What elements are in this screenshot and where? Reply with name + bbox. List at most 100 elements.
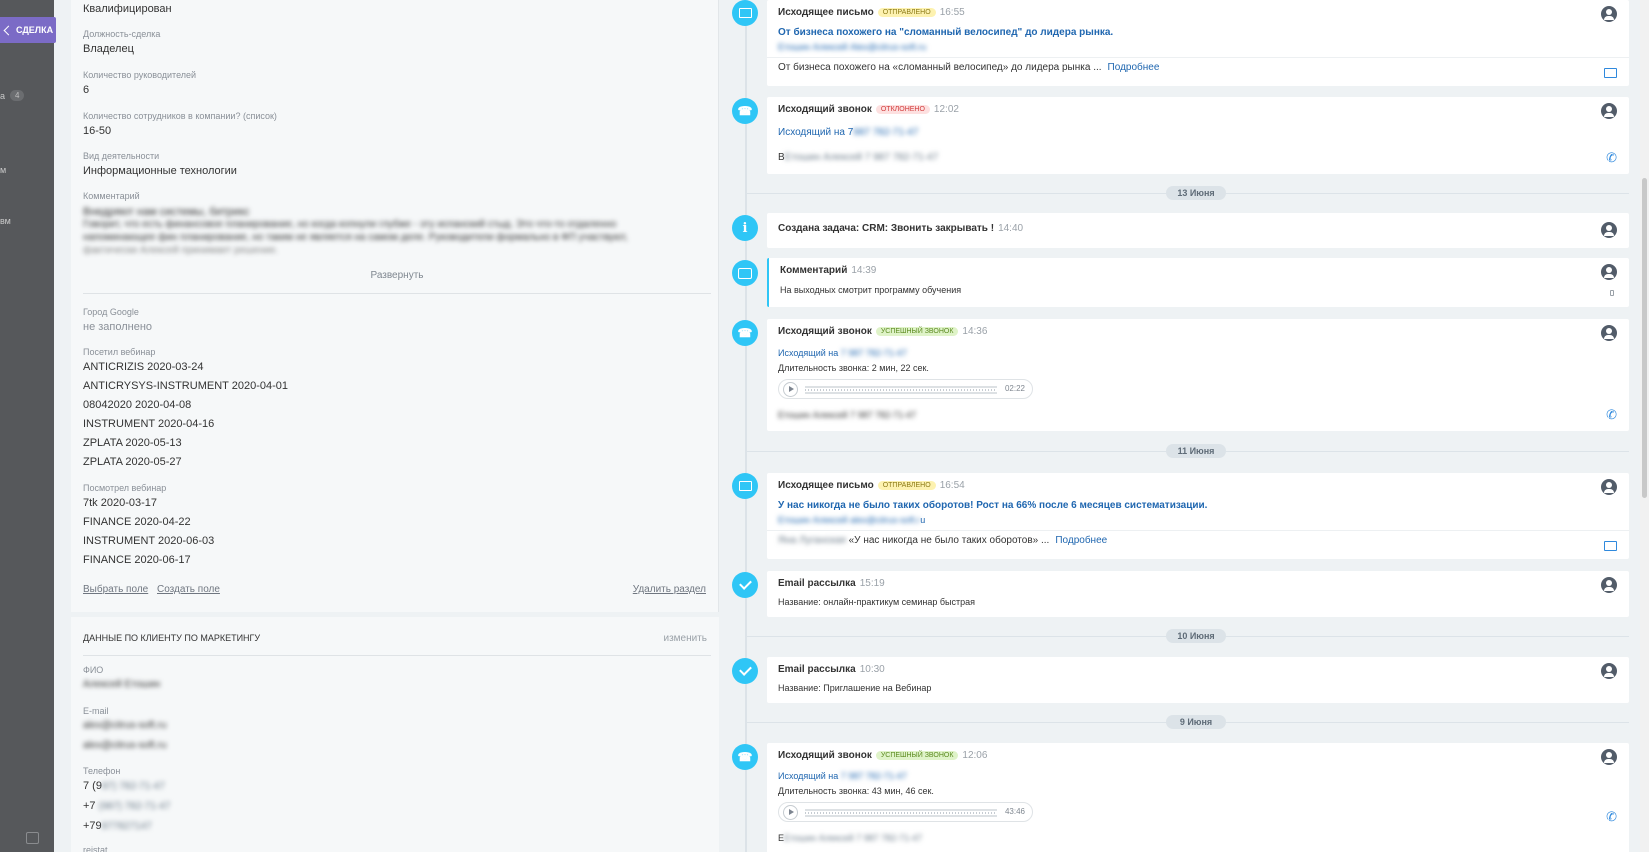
delete-section-link[interactable]: Удалить раздел <box>633 584 706 595</box>
user-icon[interactable] <box>1601 663 1617 679</box>
user-icon[interactable] <box>1601 749 1617 765</box>
phone-icon <box>732 320 758 346</box>
call-icon[interactable]: ✆ <box>1606 150 1617 166</box>
field-label: Посмотрел вебинар <box>83 483 167 493</box>
comment-icon <box>732 260 758 286</box>
strip-fragment[interactable]: м <box>0 165 6 175</box>
email-subject-link[interactable]: У нас никогда не было таких оборотов! Ро… <box>778 500 1207 511</box>
timeline-item-call: Исходящий звонок ОТКЛОНЕНО 12:02 Исходящий… <box>767 97 1629 174</box>
item-title: Комментарий 14:39 <box>780 265 876 276</box>
marketing-data-card: ДАННЫЕ ПО КЛИЕНТУ ПО МАРКЕТИНГУ изменить… <box>71 617 719 852</box>
email-from-text: Етошин Алексей alex@citrus-soft.r <box>778 515 921 525</box>
item-title: Исходящий звонок УСПЕШНЫЙ ЗВОНОК 12:06 <box>778 750 987 761</box>
more-link[interactable]: Подробнее <box>1108 62 1160 73</box>
webinar-visited-item: ZPLATA 2020-05-27 <box>83 456 182 468</box>
play-icon[interactable] <box>783 382 798 397</box>
item-title-text[interactable]: Создана задача: CRM: Звонить закрывать ! <box>778 223 994 234</box>
more-link[interactable]: Подробнее <box>1055 535 1107 546</box>
webinar-watched-item: FINANCE 2020-06-17 <box>83 554 191 566</box>
timeline-item-mailing: Email рассылка 10:30 Название: Приглашени… <box>767 657 1629 703</box>
audio-player: 02:22 <box>778 379 1033 399</box>
comment-line: Внедряют нам системы, битрикс <box>83 206 250 218</box>
email-value[interactable]: alex@citrus-soft.ru <box>83 720 167 731</box>
timeline-item-call: Исходящий звонок УСПЕШНЫЙ ЗВОНОК 12:06 Исх… <box>767 743 1629 852</box>
item-time: 14:39 <box>851 265 877 276</box>
strip-fragment[interactable]: вм <box>0 216 11 226</box>
edit-section-link[interactable]: изменить <box>663 633 707 644</box>
phone-value[interactable]: +79877827147 <box>83 820 152 832</box>
email-from: Етошин Алексей alex@citrus-soft.ru <box>778 515 925 525</box>
contact-text: Етошин Алексей 7 987 782-71-47 <box>784 833 923 843</box>
field-value: 16-50 <box>83 125 112 137</box>
field-label: Количество сотрудников в компании? (спис… <box>83 111 277 121</box>
user-icon[interactable] <box>1601 264 1617 280</box>
call-target-number: 7 987 782-71-47 <box>840 348 907 358</box>
phone-rest: 87) 782-71-47 <box>101 781 165 792</box>
email-value[interactable]: alex@citrus-soft.ru <box>83 740 167 751</box>
mailing-name: Название: онлайн-практикум семинар быстр… <box>778 597 975 607</box>
field-label: E-mail <box>83 706 109 716</box>
email-preview: Яна Луганская «У нас никогда не было так… <box>778 535 1107 546</box>
printer-icon[interactable] <box>26 832 39 844</box>
divider <box>767 530 1629 531</box>
field-value: Владелец <box>83 43 134 55</box>
phone-value[interactable]: +7 (987) 782-71-47 <box>83 800 170 812</box>
phone-rest: 877827147 <box>101 821 152 832</box>
timeline-item-mailing: Email рассылка 15:19 Название: онлайн-пра… <box>767 571 1629 617</box>
comment-label: Комментарий <box>83 191 140 201</box>
waveform[interactable] <box>805 389 997 391</box>
waveform[interactable] <box>805 812 997 814</box>
pin-icon[interactable] <box>1610 290 1614 296</box>
reply-email-icon[interactable] <box>1604 541 1617 551</box>
preview-text: «У нас никогда не было таких оборотов» .… <box>848 535 1050 546</box>
count-badge: 4 <box>10 90 25 101</box>
comment-line: Говорит, что есть финансовое планировани… <box>83 219 617 230</box>
scrollbar-thumb[interactable] <box>1642 178 1647 498</box>
divider <box>767 57 1629 58</box>
item-title-text: Комментарий <box>780 265 848 276</box>
field-value: 6 <box>83 84 90 96</box>
create-field-link[interactable]: Создать поле <box>157 584 220 595</box>
item-title: Создана задача: CRM: Звонить закрывать !… <box>778 223 1023 234</box>
email-subject-link[interactable]: От бизнеса похожего на "сломанный велоси… <box>778 27 1113 38</box>
item-title: Исходящий звонок УСПЕШНЫЙ ЗВОНОК 14:36 <box>778 326 987 337</box>
call-duration: Длительность звонка: 43 мин, 46 сек. <box>778 786 934 796</box>
user-icon[interactable] <box>1601 577 1617 593</box>
item-title-text: Email рассылка <box>778 578 856 589</box>
expand-button[interactable]: Развернуть <box>83 270 711 294</box>
item-title: Email рассылка 10:30 <box>778 664 885 675</box>
item-time: 12:06 <box>962 750 988 761</box>
call-target-number: 987 782-71-47 <box>853 127 919 138</box>
reply-email-icon[interactable] <box>1604 68 1617 78</box>
select-field-link[interactable]: Выбрать поле <box>83 584 148 595</box>
comment-line: напоминающее фин планирование, но таким … <box>83 232 628 243</box>
play-icon[interactable] <box>783 805 798 820</box>
status-badge: ОТКЛОНЕНО <box>875 105 930 114</box>
call-contact: ВЕтошин Алексей 7 987 782-71-47 <box>778 152 938 163</box>
call-icon[interactable]: ✆ <box>1606 809 1617 825</box>
user-icon[interactable] <box>1601 6 1617 22</box>
call-contact: ЕЕтошин Алексей 7 987 782-71-47 <box>778 833 922 843</box>
back-to-deal-button[interactable]: СДЕЛКА <box>0 17 56 43</box>
user-icon[interactable] <box>1601 103 1617 119</box>
check-icon <box>732 572 758 598</box>
phone-icon <box>732 744 758 770</box>
user-icon[interactable] <box>1601 325 1617 341</box>
item-time: 14:36 <box>962 326 988 337</box>
call-target-link[interactable]: Исходящий на 7 987 782-71-47 <box>778 771 907 781</box>
call-target-link[interactable]: Исходящий на 7987 782-71-47 <box>778 127 918 138</box>
field-label: Вид деятельности <box>83 151 160 161</box>
strip-fragment[interactable]: а <box>0 91 5 101</box>
item-time: 12:02 <box>933 104 959 115</box>
email-from-tail: u <box>920 515 926 525</box>
item-time: 16:54 <box>939 480 965 491</box>
user-icon[interactable] <box>1601 479 1617 495</box>
item-title: Исходящее письмо ОТПРАВЛЕНО 16:54 <box>778 480 965 491</box>
envelope-icon <box>732 473 758 499</box>
user-icon[interactable] <box>1601 222 1617 238</box>
comment-text: На выходных смотрит программу обучения <box>780 285 962 295</box>
date-divider: 11 Июня <box>1166 444 1226 458</box>
call-target-link[interactable]: Исходящий на 7 987 782-71-47 <box>778 348 907 358</box>
phone-value[interactable]: 7 (987) 782-71-47 <box>83 780 165 792</box>
call-icon[interactable]: ✆ <box>1606 407 1617 423</box>
